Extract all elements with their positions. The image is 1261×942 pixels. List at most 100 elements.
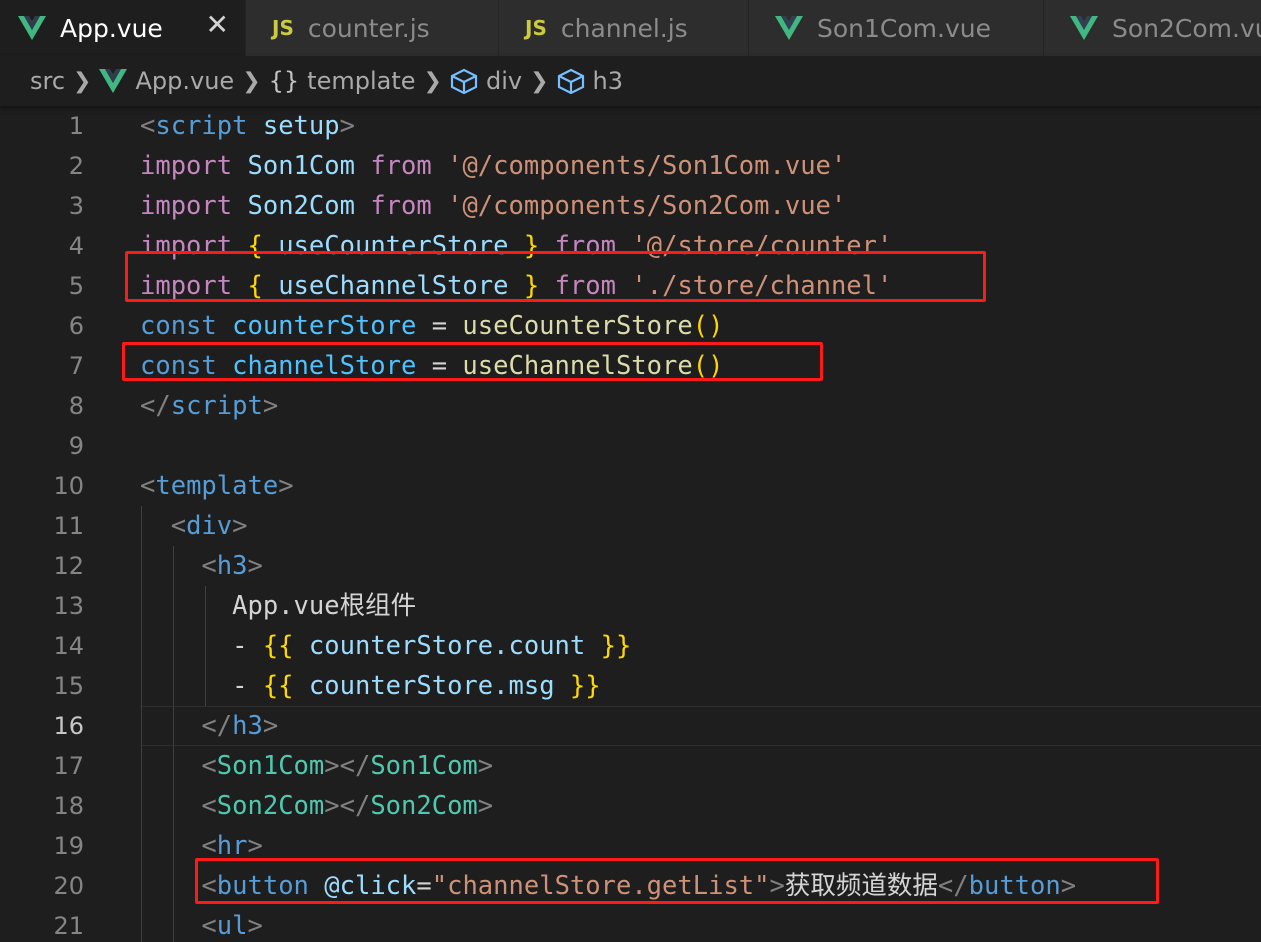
line-number: 14 — [53, 632, 84, 660]
breadcrumb-src[interactable]: src — [30, 67, 65, 95]
breadcrumb-div[interactable]: div — [450, 67, 522, 95]
vue-icon — [1070, 16, 1098, 40]
line-number: 18 — [53, 792, 84, 820]
code-line[interactable]: 1 <script setup> — [0, 106, 1261, 146]
line-number: 3 — [68, 192, 84, 220]
code-token: < — [170, 511, 187, 541]
cube-icon — [557, 68, 585, 94]
code-text: <div> — [140, 506, 248, 546]
tab-label: Son1Com.vue — [817, 13, 991, 43]
code-token: '@/components/Son2Com.vue' — [447, 191, 847, 221]
line-number: 5 — [68, 272, 84, 300]
tab-counter-js[interactable]: JS counter.js — [246, 0, 499, 56]
code-line[interactable]: 3 import Son2Com from '@/components/Son2C… — [0, 186, 1261, 226]
code-token: counterStore.msg — [308, 671, 555, 701]
code-token: h3 — [216, 551, 248, 581]
code-token: Son2Com — [370, 791, 478, 821]
code-token: </ — [140, 391, 171, 421]
code-line[interactable]: 12 <h3> — [0, 546, 1261, 586]
code-token: < — [201, 551, 217, 581]
code-token: > — [477, 751, 494, 781]
editor-tab-bar: App.vue ✕ JS counter.js JS channel.js So… — [0, 0, 1261, 56]
code-line[interactable]: 11 <div> — [0, 506, 1261, 546]
line-number: 7 — [68, 352, 84, 380]
code-text: - {{ counterStore.count }} — [140, 626, 631, 666]
breadcrumb-template-label: template — [307, 67, 416, 95]
breadcrumb: src ❯ App.vue ❯ {} template ❯ div ❯ h3 — [0, 56, 1261, 106]
line-number: 17 — [53, 752, 84, 780]
code-token: > — [247, 551, 263, 581]
code-text: <h3> — [140, 546, 263, 586]
code-token: from — [370, 151, 432, 181]
line-number: 6 — [68, 312, 84, 340]
tab-app-vue[interactable]: App.vue ✕ — [0, 0, 246, 56]
code-line[interactable]: 21 <ul> — [0, 906, 1261, 942]
cube-icon — [450, 68, 478, 94]
code-token: Son1Com — [247, 151, 355, 181]
breadcrumb-file[interactable]: App.vue — [99, 67, 234, 95]
code-line[interactable]: 17 <Son1Com></Son1Com> — [0, 746, 1261, 786]
code-token: App.vue根组件 — [140, 591, 417, 621]
code-line[interactable]: 8 </script> — [0, 386, 1261, 426]
line-number: 9 — [68, 432, 84, 460]
code-line[interactable]: 16 </h3> — [0, 706, 1261, 746]
line-number: 4 — [68, 232, 84, 260]
code-token: Son2Com — [216, 791, 325, 821]
js-icon: JS — [525, 16, 547, 40]
breadcrumb-h3[interactable]: h3 — [557, 67, 623, 95]
code-editor[interactable]: 1 <script setup> 2 import Son1Com from '@/c… — [0, 106, 1261, 942]
code-token: < — [201, 831, 217, 861]
chevron-right-icon: ❯ — [242, 68, 261, 94]
code-line[interactable]: 18 <Son2Com></Son2Com> — [0, 786, 1261, 826]
code-token: '@/components/Son1Com.vue' — [447, 151, 847, 181]
code-line[interactable]: 2 import Son1Com from '@/components/Son1C… — [0, 146, 1261, 186]
code-text: <Son2Com></Son2Com> — [140, 786, 493, 826]
tab-channel-js[interactable]: JS channel.js — [499, 0, 749, 56]
code-line[interactable]: 6 const counterStore = useCounterStore() — [0, 306, 1261, 346]
code-line[interactable]: 14 - {{ counterStore.count }} — [0, 626, 1261, 666]
line-number: 15 — [53, 672, 84, 700]
breadcrumb-template[interactable]: {} template — [269, 67, 416, 95]
code-text: - {{ counterStore.msg }} — [140, 666, 601, 706]
line-number: 1 — [68, 112, 84, 140]
code-line[interactable]: 15 - {{ counterStore.msg }} — [0, 666, 1261, 706]
current-line-highlight — [140, 706, 1261, 746]
code-token: {{ — [262, 671, 294, 701]
code-line[interactable]: 10 <template> — [0, 466, 1261, 506]
code-token: </ — [201, 711, 233, 741]
close-icon[interactable]: ✕ — [206, 8, 229, 41]
code-text: </h3> — [140, 706, 278, 746]
code-token: - — [140, 671, 263, 701]
code-token: < — [140, 471, 156, 501]
tab-son2com-vue[interactable]: Son2Com.vu — [1044, 0, 1261, 56]
code-token: div — [186, 511, 233, 541]
code-line[interactable]: 13 App.vue根组件 — [0, 586, 1261, 626]
code-token: - — [140, 631, 263, 661]
code-token: counterStore — [232, 311, 417, 341]
code-text: import Son2Com from '@/components/Son2Co… — [140, 186, 846, 226]
code-token: counterStore.count — [308, 631, 586, 661]
line-number: 2 — [68, 152, 84, 180]
vue-icon — [99, 69, 128, 93]
code-line[interactable]: 9 — [0, 426, 1261, 466]
code-token: Son1Com — [216, 751, 325, 781]
code-token: = — [416, 311, 463, 341]
code-token: }} — [569, 671, 601, 701]
highlight-box — [195, 858, 1159, 904]
code-token: > — [339, 111, 355, 141]
tab-son1com-vue[interactable]: Son1Com.vue — [749, 0, 1044, 56]
vue-icon — [18, 16, 46, 40]
code-text: <Son1Com></Son1Com> — [140, 746, 493, 786]
